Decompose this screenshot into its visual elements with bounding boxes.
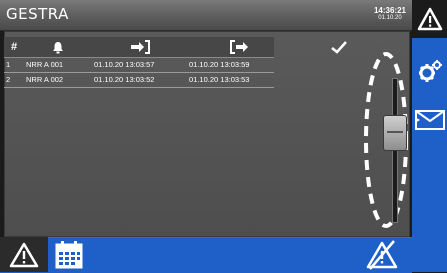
table-header: # (4, 37, 347, 58)
warning-icon (9, 242, 39, 268)
sidebar-settings-button[interactable] (412, 52, 447, 92)
column-come[interactable] (92, 37, 188, 57)
acknowledge-alarm-button[interactable] (364, 240, 404, 270)
bell-icon (53, 41, 63, 53)
calendar-icon (55, 241, 83, 269)
title-bar: GESTRA 14:36:21 01.10.20 (0, 0, 412, 31)
warning-slashed-icon (366, 240, 398, 270)
row-number: 1 (6, 60, 11, 69)
controller-screen: GESTRA 14:36:21 01.10.20 # 1 NRR A 001 0… (0, 0, 447, 273)
clock: 14:36:21 01.10.20 (374, 6, 406, 22)
row-number: 2 (6, 75, 11, 84)
clock-date: 01.10.20 (378, 15, 402, 21)
settings-icon (418, 60, 442, 82)
brand-logo: GESTRA (6, 5, 69, 23)
row-come-time: 01.10.20 13:03:57 (94, 60, 155, 69)
column-alarm[interactable] (24, 37, 92, 57)
sidebar-mail-button[interactable] (412, 104, 447, 136)
table-row[interactable]: 2 NRR A 002 01.10.20 13:03:52 01.10.20 1… (4, 73, 274, 88)
row-go-time: 01.10.20 13:03:59 (189, 60, 250, 69)
mail-icon (414, 110, 445, 130)
exit-icon (230, 40, 248, 54)
calendar-button[interactable] (54, 240, 84, 270)
row-alarm-name: NRR A 002 (26, 75, 64, 84)
column-go[interactable] (188, 37, 292, 57)
bottom-warning-tab[interactable] (0, 237, 48, 272)
table-row[interactable]: 1 NRR A 001 01.10.20 13:03:57 01.10.20 1… (4, 58, 274, 73)
row-go-time: 01.10.20 13:03:53 (189, 75, 250, 84)
enter-icon (131, 40, 150, 54)
sidebar-warning-button[interactable] (412, 0, 447, 38)
right-sidebar (412, 0, 447, 272)
checkmark-icon (331, 40, 347, 54)
clock-time: 14:36:21 (373, 6, 406, 15)
row-come-time: 01.10.20 13:03:52 (94, 75, 155, 84)
scroll-slider-thumb[interactable] (383, 115, 407, 152)
column-number[interactable]: # (6, 37, 22, 57)
alarm-table: # 1 NRR A 001 01.10.20 13:03:57 01.10.20… (4, 37, 347, 88)
warning-icon (417, 7, 442, 31)
row-alarm-name: NRR A 001 (26, 60, 64, 69)
